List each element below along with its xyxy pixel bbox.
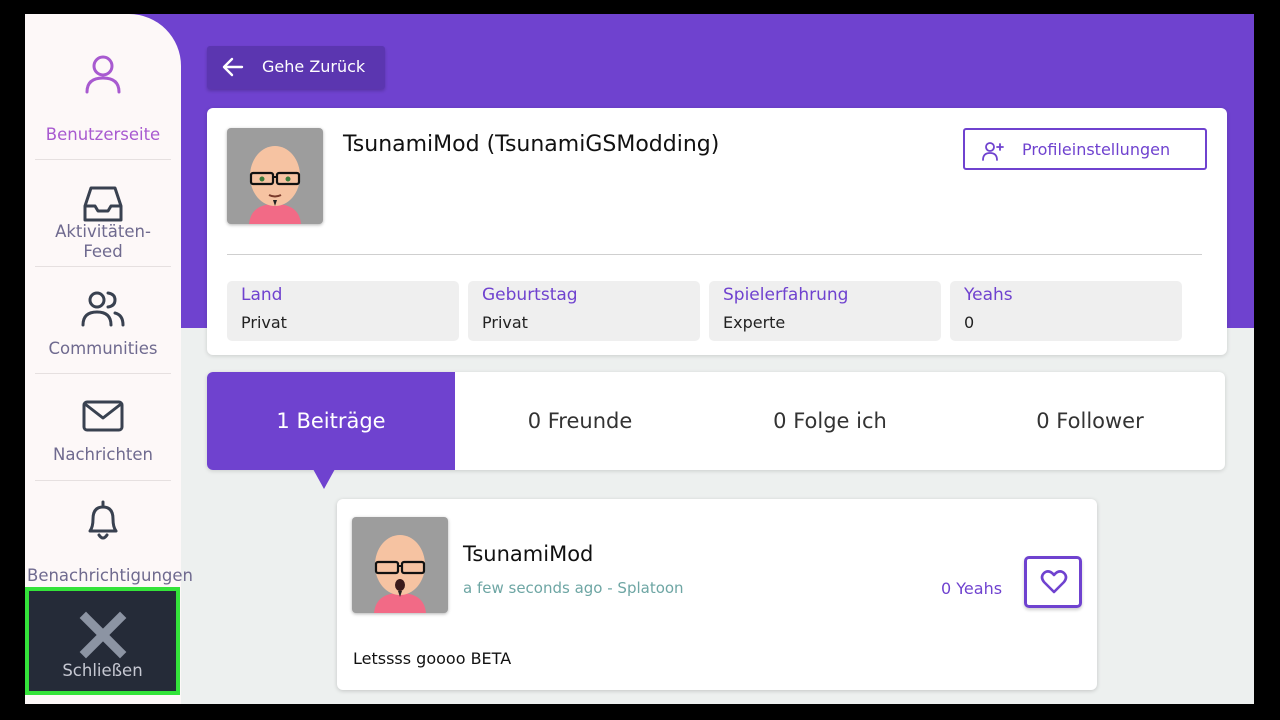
stat-value: 0	[964, 313, 975, 332]
post-avatar[interactable]	[352, 517, 448, 613]
stat-key: Geburtstag	[482, 285, 578, 305]
sidebar-item-communities[interactable]: Communities	[25, 267, 181, 373]
sidebar-item-label: Communities	[48, 339, 158, 358]
profile-name: TsunamiMod (TsunamiGSModding)	[343, 132, 720, 157]
user-plus-icon	[982, 142, 1004, 161]
close-button[interactable]: Schließen	[25, 587, 180, 695]
profile-settings-button[interactable]: Profileinstellungen	[963, 128, 1207, 170]
mii-avatar-icon	[374, 535, 426, 613]
stat-key: Land	[241, 285, 283, 305]
stat-yeahs: Yeahs 0	[950, 281, 1182, 341]
arrow-left-icon	[222, 57, 244, 77]
app-screen: Benutzerseite Aktivitäten- Feed Communit…	[25, 14, 1254, 704]
profile-card: TsunamiMod (TsunamiGSModding) Profileins…	[207, 108, 1227, 355]
sidebar-item-benutzerseite[interactable]: Benutzerseite	[25, 14, 181, 159]
sidebar-item-label: Benutzerseite	[45, 125, 161, 144]
profile-settings-label: Profileinstellungen	[1022, 140, 1171, 159]
stat-geburtstag: Geburtstag Privat	[468, 281, 700, 341]
avatar[interactable]	[227, 128, 323, 224]
profile-divider	[227, 254, 1202, 255]
tab-follower[interactable]: 0 Follower	[965, 372, 1215, 470]
profile-tabs: 1 Beiträge 0 Freunde 0 Folge ich 0 Follo…	[207, 372, 1225, 470]
users-icon	[81, 291, 125, 327]
mail-icon	[82, 400, 124, 432]
user-icon	[85, 55, 121, 94]
sidebar-item-aktivitaeten-feed[interactable]: Aktivitäten- Feed	[25, 160, 181, 266]
bell-icon	[88, 500, 118, 540]
sidebar-item-label: Benachrichtigungen	[27, 566, 193, 585]
sidebar-item-label: Aktivitäten-	[55, 222, 151, 241]
stat-value: Experte	[723, 313, 786, 332]
post-body: Letssss goooo BETA	[353, 649, 512, 668]
stat-value: Privat	[241, 313, 287, 332]
back-button-label: Gehe Zurück	[262, 57, 366, 76]
sidebar-item-label: Nachrichten	[53, 445, 153, 464]
sidebar-item-benachrichtigungen[interactable]: Benachrichtigungen	[25, 481, 193, 587]
heart-icon	[1040, 570, 1068, 594]
post-meta: a few seconds ago - Splatoon	[463, 579, 684, 597]
post-card[interactable]: TsunamiMod a few seconds ago - Splatoon …	[337, 499, 1097, 690]
stat-land: Land Privat	[227, 281, 459, 341]
stat-key: Spielerfahrung	[723, 285, 849, 305]
sidebar-item-label-line2: Feed	[83, 242, 123, 261]
stat-value: Privat	[482, 313, 528, 332]
close-icon	[79, 611, 127, 659]
post-author[interactable]: TsunamiMod	[463, 542, 593, 566]
back-button[interactable]: Gehe Zurück	[207, 46, 385, 89]
sidebar-item-nachrichten[interactable]: Nachrichten	[25, 374, 181, 480]
yeah-button[interactable]	[1024, 556, 1082, 608]
inbox-icon	[83, 186, 123, 222]
stat-spielerfahrung: Spielerfahrung Experte	[709, 281, 941, 341]
active-tab-pointer	[313, 469, 335, 489]
tab-beitraege[interactable]: 1 Beiträge	[207, 372, 455, 470]
stat-key: Yeahs	[964, 285, 1013, 305]
tab-freunde[interactable]: 0 Freunde	[455, 372, 705, 470]
mii-avatar-icon	[249, 146, 301, 224]
close-label: Schließen	[62, 661, 143, 680]
post-yeah-count: 0 Yeahs	[941, 579, 1003, 598]
tab-folge-ich[interactable]: 0 Folge ich	[705, 372, 955, 470]
